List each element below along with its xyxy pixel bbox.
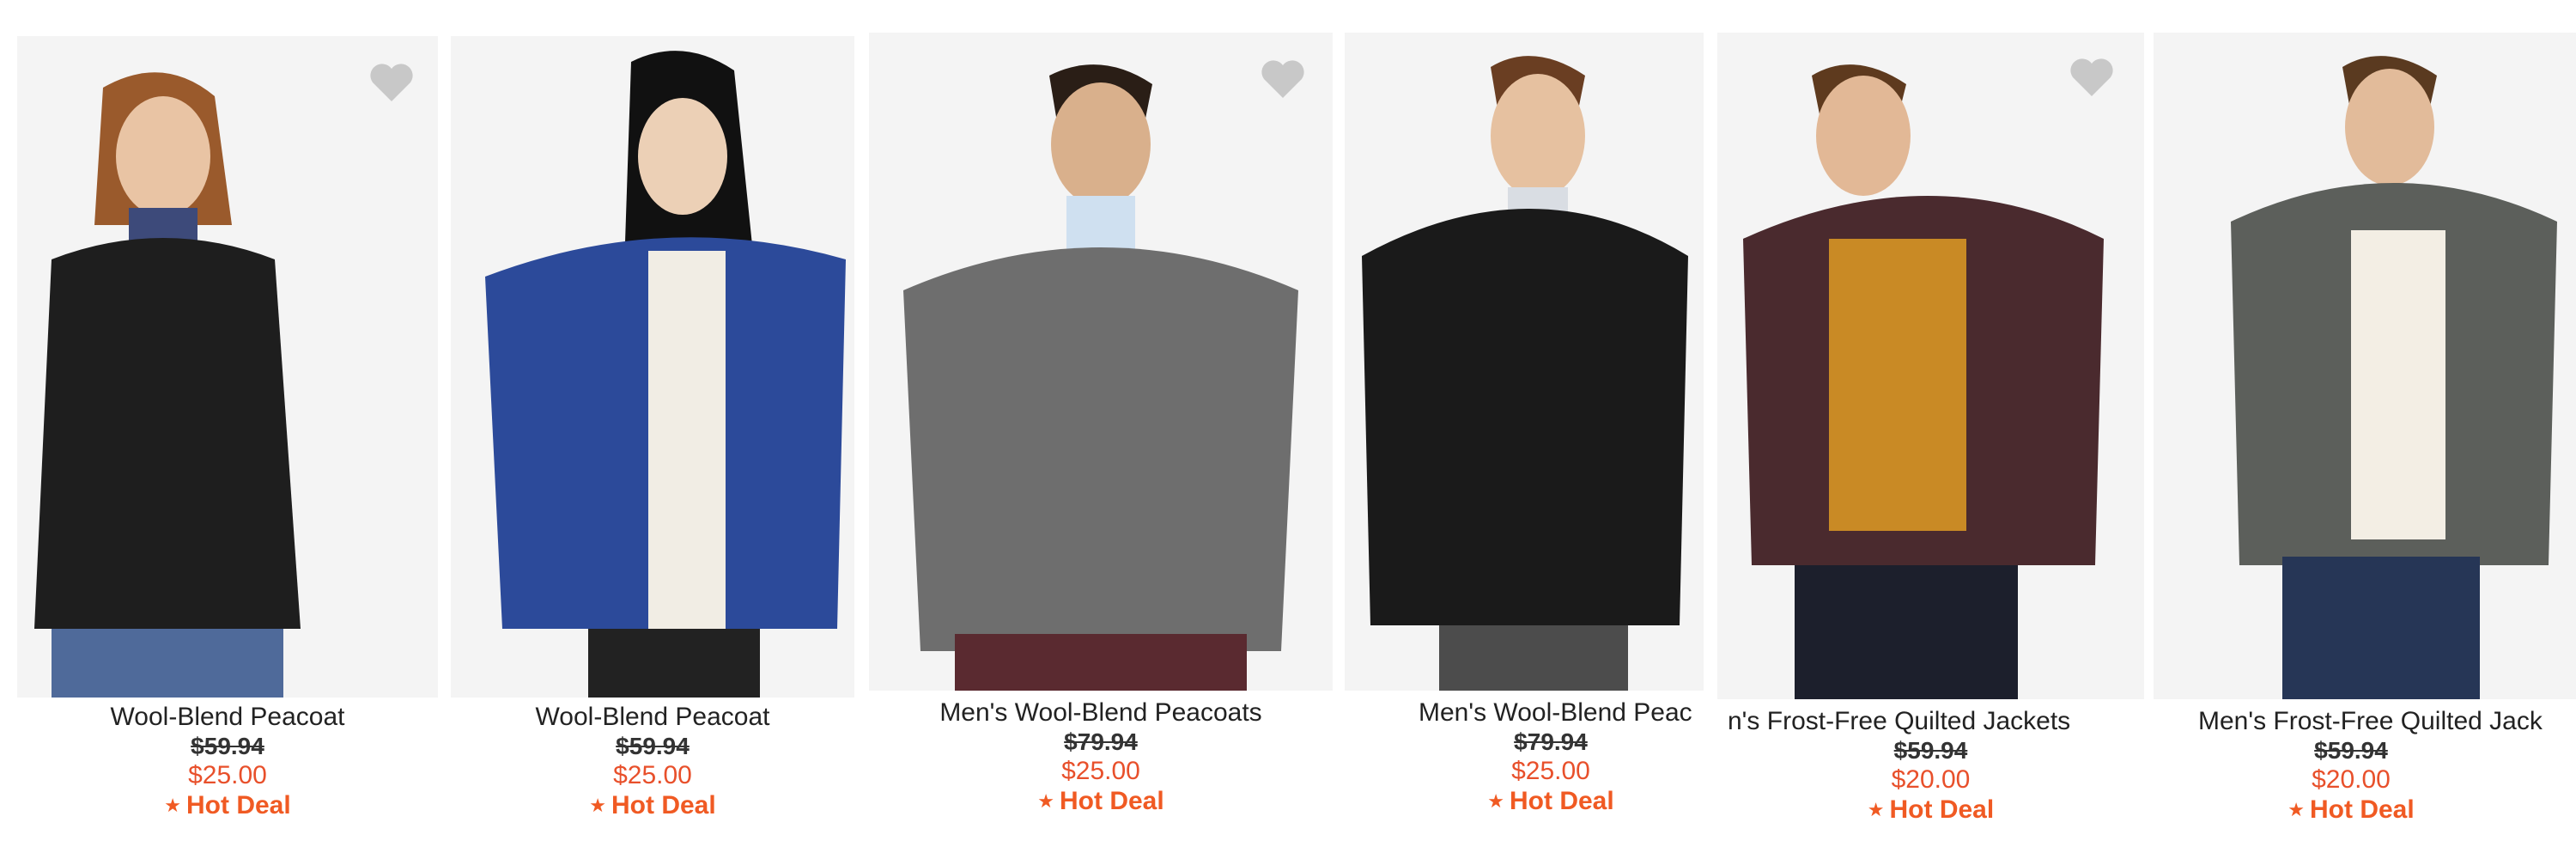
product-photo-figure: [2154, 33, 2576, 699]
product-image[interactable]: [451, 36, 854, 698]
product-card[interactable]: Men's Wool-Blend Peac $79.94 $25.00 ★ Hot…: [1345, 0, 1704, 859]
heart-icon[interactable]: [1261, 58, 1305, 100]
product-name[interactable]: Wool-Blend Peacoat: [17, 703, 438, 732]
hot-deal-badge: ★ Hot Deal: [1037, 787, 1164, 815]
hot-deal-badge: ★ Hot Deal: [1867, 795, 1995, 824]
original-price: $59.94: [191, 733, 264, 759]
sale-price: $25.00: [1061, 757, 1140, 785]
hot-deal-badge: ★ Hot Deal: [589, 791, 716, 819]
star-icon: ★: [164, 795, 182, 816]
original-price: $59.94: [1893, 737, 1968, 764]
original-price: $59.94: [2314, 737, 2388, 764]
sale-price: $25.00: [613, 761, 692, 789]
product-image[interactable]: [2154, 33, 2576, 699]
product-photo-figure: [1345, 33, 1704, 691]
product-image[interactable]: [1345, 33, 1704, 691]
hot-deal-badge: ★ Hot Deal: [2287, 795, 2415, 824]
original-price: $59.94: [616, 733, 690, 759]
product-image[interactable]: [869, 33, 1333, 691]
product-name[interactable]: n's Frost-Free Quilted Jackets: [1717, 707, 2144, 736]
hot-deal-badge: ★ Hot Deal: [1487, 787, 1614, 815]
product-photo-figure: [869, 33, 1333, 691]
sale-price: $25.00: [1511, 757, 1590, 785]
star-icon: ★: [589, 795, 607, 816]
product-image[interactable]: [17, 36, 438, 698]
heart-icon[interactable]: [2069, 57, 2114, 98]
star-icon: ★: [1037, 790, 1055, 812]
product-name[interactable]: Wool-Blend Peacoat: [451, 703, 854, 732]
product-card[interactable]: Men's Frost-Free Quilted Jack $59.94 $20…: [2154, 0, 2576, 859]
hot-deal-badge: ★ Hot Deal: [164, 791, 291, 819]
original-price: $79.94: [1514, 728, 1588, 755]
heart-icon[interactable]: [369, 62, 414, 103]
original-price: $79.94: [1064, 728, 1138, 755]
star-icon: ★: [2287, 799, 2306, 820]
product-card[interactable]: Wool-Blend Peacoat $59.94 $25.00 ★ Hot De…: [451, 0, 854, 859]
product-photo-figure: [17, 36, 438, 698]
product-name[interactable]: Men's Wool-Blend Peacoats: [869, 698, 1333, 728]
product-card[interactable]: Men's Wool-Blend Peacoats $79.94 $25.00 …: [869, 0, 1333, 859]
star-icon: ★: [1867, 799, 1885, 820]
product-image[interactable]: [1717, 33, 2144, 699]
product-photo-figure: [451, 36, 854, 698]
product-photo-figure: [1717, 33, 2144, 699]
product-name[interactable]: Men's Frost-Free Quilted Jack: [2154, 707, 2576, 736]
sale-price: $20.00: [2312, 765, 2391, 794]
product-card[interactable]: Wool-Blend Peacoat $59.94 $25.00 ★ Hot De…: [17, 0, 438, 859]
sale-price: $20.00: [1891, 765, 1971, 794]
star-icon: ★: [1487, 790, 1505, 812]
product-card[interactable]: n's Frost-Free Quilted Jackets $59.94 $2…: [1717, 0, 2144, 859]
sale-price: $25.00: [188, 761, 267, 789]
product-name[interactable]: Men's Wool-Blend Peac: [1345, 698, 1704, 728]
